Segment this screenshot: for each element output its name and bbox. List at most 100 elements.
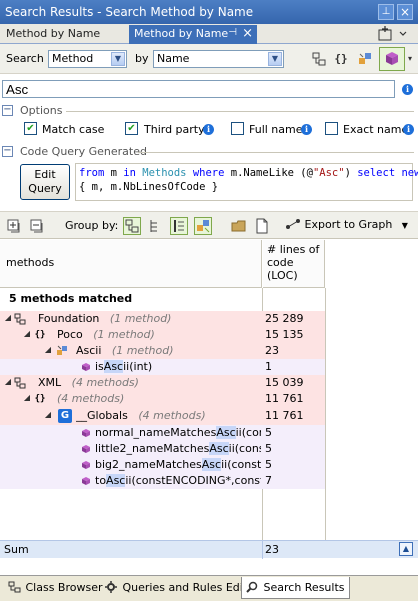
match-case-checkbox[interactable]: ✔ xyxy=(24,122,37,135)
name-part: ii(constEN xyxy=(221,458,261,471)
tab-method-by-name-2[interactable]: Method by Name ⊣ × xyxy=(129,25,257,44)
collapse-up-icon[interactable]: ▲ xyxy=(399,542,413,556)
name-part: ii(constE xyxy=(228,442,261,455)
expand-triangle-icon[interactable]: ◢ xyxy=(22,393,32,403)
type-icon[interactable] xyxy=(356,50,374,68)
full-name-checkbox[interactable] xyxy=(231,122,244,135)
third-party-label: Third party xyxy=(144,123,205,136)
group-by-namespace-icon[interactable] xyxy=(147,217,165,235)
code-token: select xyxy=(357,167,396,179)
table-row[interactable]: normal_nameMatchesAscii(const 5 xyxy=(0,425,325,441)
full-name-label: Full name xyxy=(249,123,303,136)
info-icon[interactable]: i xyxy=(203,124,214,135)
tab-search-results[interactable]: Search Results xyxy=(241,577,350,599)
group-by-assembly-icon[interactable] xyxy=(123,217,141,235)
row-name: (4 methods) xyxy=(57,392,124,405)
group-by-type-icon[interactable] xyxy=(170,217,188,235)
tab-label: Method by Name xyxy=(6,27,101,40)
group-by-label: Group by: xyxy=(65,219,119,232)
column-label: (LOC) xyxy=(267,269,298,282)
group-by-member-icon[interactable] xyxy=(194,217,212,235)
table-row[interactable]: ◢ Foundation (1 method) 25 289 xyxy=(0,311,325,327)
expand-triangle-icon[interactable]: ◢ xyxy=(3,377,13,387)
table-row[interactable]: little2_nameMatchesAscii(constE 5 xyxy=(0,441,325,457)
method-icon[interactable] xyxy=(379,47,405,71)
info-icon[interactable]: i xyxy=(402,84,413,95)
tab-class-browser[interactable]: Class Browser xyxy=(4,577,107,599)
row-name: toAscii(constENCODING*,constc xyxy=(95,474,261,487)
namespace-icon[interactable] xyxy=(310,50,328,68)
table-row[interactable]: big2_nameMatchesAscii(constEN 5 xyxy=(0,457,325,473)
code-query-text[interactable]: from m in Methods where m.NameLike (@"As… xyxy=(75,163,418,201)
expand-triangle-icon[interactable]: ◢ xyxy=(43,345,53,355)
third-party-checkbox[interactable]: ✔ xyxy=(125,122,138,135)
method-icon xyxy=(80,427,92,439)
name-match-highlight: Asc xyxy=(103,360,124,373)
exact-name-checkbox[interactable] xyxy=(325,122,338,135)
row-name: XML (4 methods) xyxy=(38,376,139,389)
chevron-down-icon: ▼ xyxy=(111,52,125,66)
table-row[interactable]: ◢ XML (4 methods) 15 039 xyxy=(0,375,325,391)
tab-strip: Method by Name Method by Name ⊣ × xyxy=(0,24,418,44)
collapse-all-icon[interactable] xyxy=(28,217,46,235)
name-part: little2_nameMatches xyxy=(95,442,210,455)
table-row[interactable]: toAscii(constENCODING*,constc 7 xyxy=(0,473,325,489)
table-row[interactable]: ◢ {} Poco (1 method) 15 135 xyxy=(0,327,325,343)
name-part: ii(const xyxy=(235,426,261,439)
file-icon[interactable] xyxy=(253,217,271,235)
class-icon xyxy=(57,345,69,357)
name-part: is xyxy=(95,360,104,373)
new-tab-icon[interactable] xyxy=(376,26,414,42)
braces-icon[interactable]: {} xyxy=(332,50,350,68)
loc-value: 23 xyxy=(265,344,279,357)
search-by-select[interactable]: Name ▼ xyxy=(153,50,284,68)
name-part: ii(int) xyxy=(123,360,153,373)
export-to-graph-button[interactable]: Export to Graph ▼ xyxy=(285,217,408,235)
collapse-icon[interactable]: − xyxy=(2,105,13,116)
edit-query-button[interactable]: Edit Query xyxy=(20,164,70,200)
code-token: Methods xyxy=(135,167,193,179)
row-name: isAscii(int) xyxy=(95,360,152,373)
table-row[interactable]: isAscii(int) 1 xyxy=(0,359,325,375)
expand-triangle-icon[interactable]: ◢ xyxy=(22,329,32,339)
table-row[interactable]: ◢ Ascii (1 method) 23 xyxy=(0,343,325,359)
pin-icon[interactable]: ⊥ xyxy=(378,4,394,20)
code-token: new xyxy=(395,167,418,179)
row-name: little2_nameMatchesAscii(constE xyxy=(95,442,261,455)
pin-tab-icon[interactable]: ⊣ xyxy=(228,27,237,38)
expand-triangle-icon[interactable]: ◢ xyxy=(3,313,13,323)
sum-value: 23 xyxy=(265,543,279,556)
divider xyxy=(138,152,414,153)
bottom-tab-strip: Class Browser Queries and Rules Edit Sea… xyxy=(0,575,418,601)
matched-count-label: 5 methods matched xyxy=(9,292,133,305)
namespace-icon: {} xyxy=(34,394,46,404)
name-part: to xyxy=(95,474,107,487)
search-input[interactable] xyxy=(2,80,395,98)
name-part: normal_nameMatches xyxy=(95,426,217,439)
column-label: methods xyxy=(6,256,55,269)
search-icon xyxy=(246,581,258,593)
search-type-select[interactable]: Method ▼ xyxy=(48,50,127,68)
class-browser-icon xyxy=(8,581,21,593)
loc-value: 5 xyxy=(265,442,272,455)
tab-queries-and-rules-edit[interactable]: Queries and Rules Edit xyxy=(101,577,251,599)
close-icon[interactable]: × xyxy=(397,4,413,20)
match-case-label: Match case xyxy=(42,123,105,136)
table-row[interactable]: ◢ G __Globals (4 methods) 11 761 xyxy=(0,407,325,425)
collapse-icon[interactable]: − xyxy=(2,146,13,157)
column-header-methods[interactable]: methods xyxy=(0,240,262,288)
folder-icon[interactable] xyxy=(230,217,248,235)
name-match-highlight: Asc xyxy=(106,474,126,487)
column-header-loc[interactable]: # lines of code (LOC) xyxy=(263,240,325,288)
code-token: in xyxy=(123,167,136,179)
info-icon[interactable]: i xyxy=(403,124,414,135)
close-tab-icon[interactable]: × xyxy=(242,26,253,41)
table-row[interactable]: ◢ {} (4 methods) 11 761 xyxy=(0,391,325,407)
name-part: big2_nameMatches xyxy=(95,458,202,471)
info-icon[interactable]: i xyxy=(301,124,312,135)
expand-all-icon[interactable] xyxy=(5,217,23,235)
chevron-down-icon[interactable]: ▾ xyxy=(405,50,415,68)
tab-method-by-name-1[interactable]: Method by Name xyxy=(1,25,128,44)
expand-triangle-icon[interactable]: ◢ xyxy=(43,410,53,420)
chevron-down-icon: ▼ xyxy=(401,221,408,230)
